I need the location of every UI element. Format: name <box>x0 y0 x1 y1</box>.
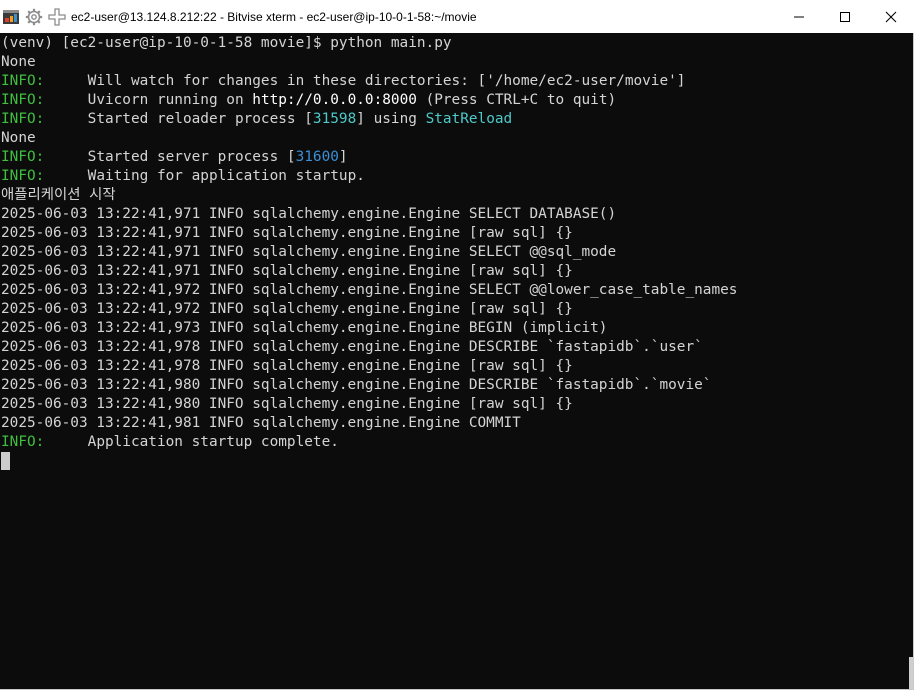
output-text: None <box>1 130 36 146</box>
info-label: INFO: <box>1 92 45 108</box>
sql-log-text: 2025-06-03 13:22:41,971 INFO sqlalchemy.… <box>1 225 573 241</box>
sql-log-text: 2025-06-03 13:22:41,978 INFO sqlalchemy.… <box>1 339 703 355</box>
info-pad <box>44 92 87 108</box>
info-label: INFO: <box>1 73 45 89</box>
terminal-window: ec2-user@13.124.8.212:22 - Bitvise xterm… <box>0 0 914 690</box>
prompt-text: (venv) [ec2-user@ip-10-0-1-58 movie]$ py… <box>1 35 452 51</box>
info-message: Will watch for changes in these director… <box>87 73 686 89</box>
korean-output-line: 애플리케이션 시작 <box>1 186 737 205</box>
cursor-line[interactable] <box>1 452 737 471</box>
text-cursor[interactable] <box>1 452 10 470</box>
sql-log-line: 2025-06-03 13:22:41,978 INFO sqlalchemy.… <box>1 357 737 376</box>
info-message: Application startup complete. <box>87 434 339 450</box>
info-line-reloader: INFO: Started reloader process [31598] u… <box>1 110 737 129</box>
info-pad <box>44 434 87 450</box>
info-pad <box>44 73 87 89</box>
info-line-complete: INFO: Application startup complete. <box>1 433 737 452</box>
move-arrows-icon[interactable] <box>48 7 66 26</box>
info-message: Uvicorn running on <box>87 92 253 108</box>
window-title: ec2-user@13.124.8.212:22 - Bitvise xterm… <box>71 9 477 24</box>
minimize-icon <box>794 16 804 17</box>
prompt-line: (venv) [ec2-user@ip-10-0-1-58 movie]$ py… <box>1 34 737 53</box>
info-pad <box>44 149 87 165</box>
info-pad <box>44 168 87 184</box>
minimize-button[interactable] <box>776 0 822 33</box>
sql-log-line: 2025-06-03 13:22:41,972 INFO sqlalchemy.… <box>1 281 737 300</box>
sql-log-line: 2025-06-03 13:22:41,971 INFO sqlalchemy.… <box>1 224 737 243</box>
info-line-waiting: INFO: Waiting for application startup. <box>1 167 737 186</box>
sql-log-line: 2025-06-03 13:22:41,981 INFO sqlalchemy.… <box>1 414 737 433</box>
server-pid: 31600 <box>295 149 339 165</box>
info-label: INFO: <box>1 149 45 165</box>
info-label: INFO: <box>1 168 45 184</box>
info-message-suffix: ] <box>338 149 348 165</box>
output-line: None <box>1 129 737 148</box>
info-line-server: INFO: Started server process [31600] <box>1 148 737 167</box>
sql-log-text: 2025-06-03 13:22:41,971 INFO sqlalchemy.… <box>1 206 617 222</box>
output-text: 애플리케이션 시작 <box>1 187 116 203</box>
bitvise-xterm-icon[interactable] <box>2 8 20 26</box>
output-line: None <box>1 53 737 72</box>
sql-log-line: 2025-06-03 13:22:41,972 INFO sqlalchemy.… <box>1 300 737 319</box>
sql-log-text: 2025-06-03 13:22:41,972 INFO sqlalchemy.… <box>1 282 738 298</box>
title-bar[interactable]: ec2-user@13.124.8.212:22 - Bitvise xterm… <box>0 0 914 33</box>
info-line-uvicorn: INFO: Uvicorn running on http://0.0.0.0:… <box>1 91 737 110</box>
output-text: None <box>1 54 36 70</box>
sql-log-text: 2025-06-03 13:22:41,980 INFO sqlalchemy.… <box>1 377 712 393</box>
sql-log-line: 2025-06-03 13:22:41,978 INFO sqlalchemy.… <box>1 338 737 357</box>
sql-log-text: 2025-06-03 13:22:41,971 INFO sqlalchemy.… <box>1 244 617 260</box>
info-label: INFO: <box>1 111 45 127</box>
sql-log-line: 2025-06-03 13:22:41,971 INFO sqlalchemy.… <box>1 262 737 281</box>
sql-log-line: 2025-06-03 13:22:41,971 INFO sqlalchemy.… <box>1 243 737 262</box>
info-message-middle: ] using <box>356 111 426 127</box>
sql-log-text: 2025-06-03 13:22:41,978 INFO sqlalchemy.… <box>1 358 573 374</box>
close-button[interactable] <box>868 0 914 33</box>
scrollbar-thumb[interactable] <box>909 657 913 689</box>
info-message: Waiting for application startup. <box>87 168 365 184</box>
server-url: http://0.0.0.0:8000 <box>252 92 417 108</box>
sql-log-text: 2025-06-03 13:22:41,972 INFO sqlalchemy.… <box>1 301 573 317</box>
reloader-pid: 31598 <box>312 111 357 127</box>
terminal-output[interactable]: (venv) [ec2-user@ip-10-0-1-58 movie]$ py… <box>0 33 913 689</box>
sql-log-line: 2025-06-03 13:22:41,971 INFO sqlalchemy.… <box>1 205 737 224</box>
sql-log-line: 2025-06-03 13:22:41,980 INFO sqlalchemy.… <box>1 376 737 395</box>
sql-log-line: 2025-06-03 13:22:41,980 INFO sqlalchemy.… <box>1 395 737 414</box>
info-message-suffix: (Press CTRL+C to quit) <box>416 92 617 108</box>
sql-log-text: 2025-06-03 13:22:41,980 INFO sqlalchemy.… <box>1 396 573 412</box>
maximize-button[interactable] <box>822 0 868 33</box>
gear-icon[interactable] <box>25 8 43 26</box>
info-message: Started server process [ <box>87 149 296 165</box>
sql-log-text: 2025-06-03 13:22:41,973 INFO sqlalchemy.… <box>1 320 608 336</box>
info-message: Started reloader process [ <box>87 111 313 127</box>
info-line-watch: INFO: Will watch for changes in these di… <box>1 72 737 91</box>
close-icon <box>885 11 897 22</box>
info-pad <box>44 111 87 127</box>
sql-log-text: 2025-06-03 13:22:41,981 INFO sqlalchemy.… <box>1 415 521 431</box>
sql-log-line: 2025-06-03 13:22:41,973 INFO sqlalchemy.… <box>1 319 737 338</box>
reloader-name: StatReload <box>425 111 513 127</box>
sql-log-text: 2025-06-03 13:22:41,971 INFO sqlalchemy.… <box>1 263 573 279</box>
info-label: INFO: <box>1 434 45 450</box>
window-controls <box>776 0 914 33</box>
terminal-lines: (venv) [ec2-user@ip-10-0-1-58 movie]$ py… <box>1 34 737 471</box>
maximize-icon <box>840 11 850 22</box>
